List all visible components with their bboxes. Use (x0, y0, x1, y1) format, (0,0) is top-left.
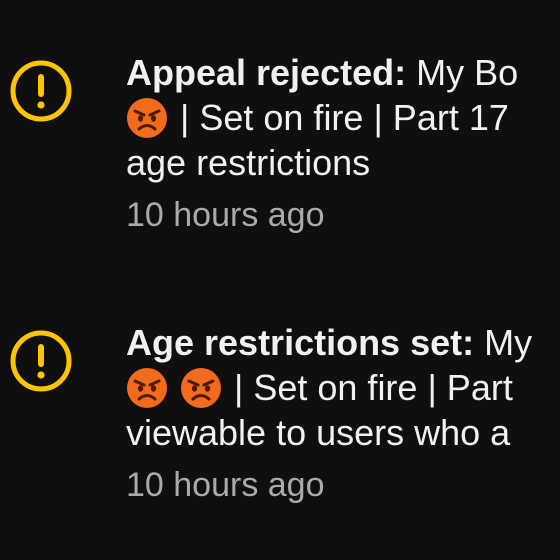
angry-face-emoji-icon (180, 367, 222, 409)
timestamp: 10 hours ago (126, 196, 325, 234)
alert-circle-icon (9, 59, 73, 123)
angry-face-emoji-icon (126, 367, 168, 409)
timestamp: 10 hours ago (126, 466, 325, 504)
notification-line-2: | Set on fire | Part 17 (126, 95, 560, 140)
angry-face-emoji-icon (126, 97, 168, 139)
notification-item[interactable]: Appeal rejected: My Bo | Set on fire | P… (0, 40, 560, 270)
notification-line-1: Appeal rejected: My Bo (126, 50, 560, 95)
notification-item[interactable]: Age restrictions set: My | Set on fire |… (0, 310, 560, 540)
notification-headline: Age restrictions set: (126, 322, 475, 363)
notification-text: Age restrictions set: My | Set on fire |… (126, 320, 560, 507)
alert-circle-icon (9, 329, 73, 393)
notification-headline: Appeal rejected: (126, 52, 407, 93)
notification-line-2: | Set on fire | Part (126, 365, 560, 410)
video-title-start: My Bo (416, 52, 519, 93)
video-title-middle: | Set on fire | Part (234, 367, 513, 408)
notification-line-3: viewable to users who a (126, 412, 511, 453)
notification-text: Appeal rejected: My Bo | Set on fire | P… (126, 50, 560, 237)
notification-line-3: age restrictions (126, 142, 371, 183)
notification-line-1: Age restrictions set: My (126, 320, 560, 365)
video-title-start: My (484, 322, 533, 363)
video-title-middle: | Set on fire | Part 17 (180, 97, 509, 138)
notifications-feed: Appeal rejected: My Bo | Set on fire | P… (0, 0, 560, 560)
